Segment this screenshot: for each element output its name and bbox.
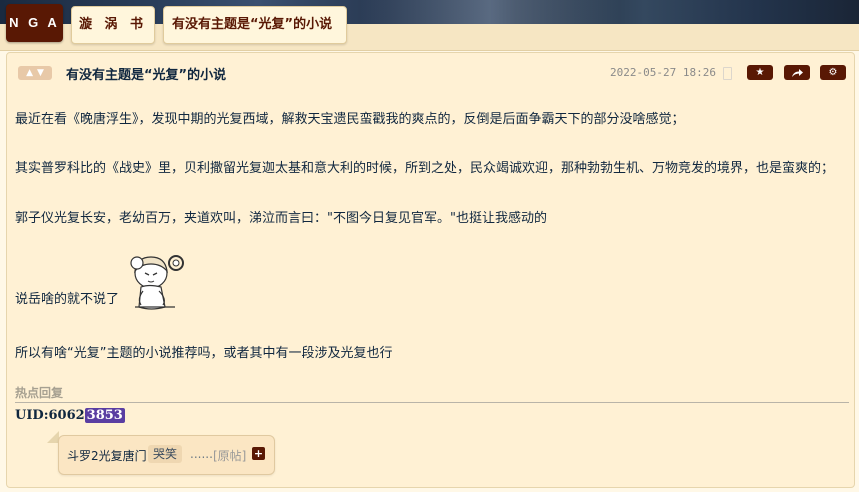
post-header: ▲ ▼ 有没有主题是“光复”的小说 2022-05-27 18:26 ★ ⚙ — [7, 53, 854, 91]
reply-ellipsis: ...... — [190, 447, 213, 461]
share-button[interactable] — [784, 65, 810, 80]
post-paragraph-2: 其实普罗科比的《战史》里，贝利撒留光复迦太基和意大利的时候，所到之处，民众竭诚欢… — [15, 161, 835, 176]
uid-highlight: 3853 — [84, 408, 125, 423]
settings-button[interactable]: ⚙ — [820, 65, 846, 80]
share-icon — [791, 68, 803, 77]
emoticon-tag: 哭笑 — [148, 445, 183, 463]
thumbs-down-icon[interactable]: ▼ — [37, 66, 44, 80]
reply-uid[interactable]: UID:6062 3853 — [15, 408, 125, 423]
star-icon: ★ — [755, 67, 765, 78]
breadcrumb-topic[interactable]: 有没有主题是“光复”的小说 — [163, 6, 347, 44]
hot-replies-label: 热点回复 — [15, 386, 64, 400]
gear-icon: ⚙ — [828, 67, 838, 78]
vote-buttons[interactable]: ▲ ▼ — [18, 66, 52, 80]
thumbs-up-icon[interactable]: ▲ — [26, 66, 33, 80]
breadcrumb-forum[interactable]: 漩 涡 书 院 — [71, 6, 155, 68]
favorite-button[interactable]: ★ — [747, 65, 773, 80]
nga-logo-button[interactable]: N G A — [6, 4, 63, 42]
hot-replies-divider — [15, 402, 849, 403]
expand-reply-button[interactable]: + — [252, 447, 265, 460]
mobile-device-icon — [723, 67, 732, 80]
hot-reply-text: 斗罗2光复唐门 — [67, 449, 147, 463]
post-paragraph-3: 郭子仪光复长安，老幼百万，夹道欢叫，涕泣而言曰："不图今日复见官军。"也挺让我感… — [15, 211, 547, 226]
post-paragraph-1: 最近在看《晚唐浮生》，发现中期的光复西域，解救天宝遗民蛮戳我的爽点的，反倒是后面… — [15, 112, 685, 127]
post-title: 有没有主题是“光复”的小说 — [66, 68, 227, 83]
post-date: 2022-05-27 18:26 — [610, 66, 716, 79]
post-card: ▲ ▼ 有没有主题是“光复”的小说 2022-05-27 18:26 ★ ⚙ 最… — [6, 52, 855, 488]
original-post-link[interactable]: [原帖] — [213, 447, 246, 464]
hot-reply-bubble: 斗罗2光复唐门 哭笑 ...... [原帖] + — [58, 435, 275, 475]
anime-sticker-icon — [130, 255, 184, 310]
post-paragraph-5: 所以有啥“光复”主题的小说推荐吗，或者其中有一段涉及光复也行 — [15, 346, 393, 361]
post-paragraph-4: 说岳啥的就不说了 — [15, 292, 120, 307]
uid-prefix: UID:6062 — [15, 408, 85, 423]
